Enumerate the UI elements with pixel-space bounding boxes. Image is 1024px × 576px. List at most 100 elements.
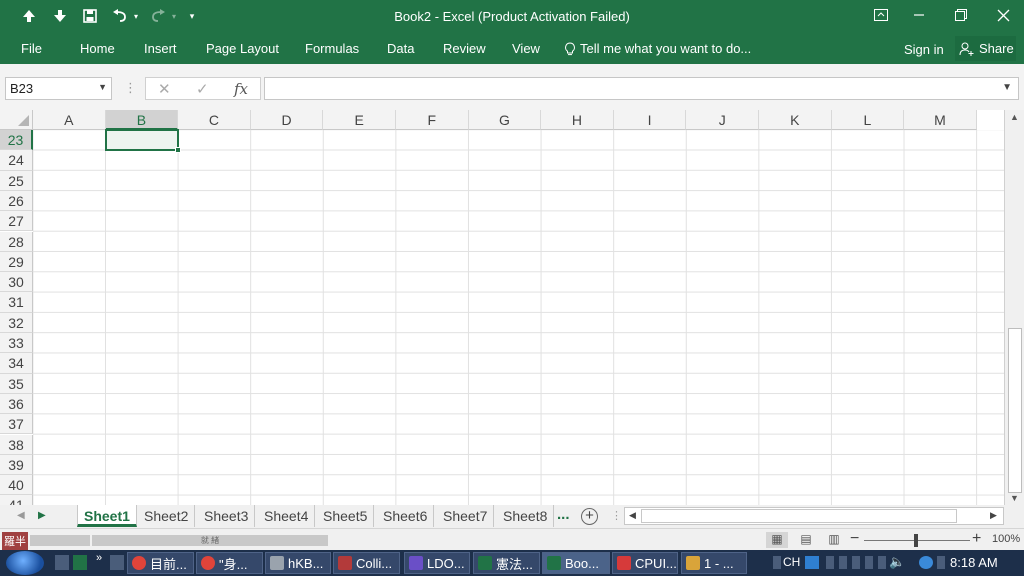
fill-handle[interactable] (175, 147, 181, 153)
horizontal-scroll-thumb[interactable] (641, 509, 957, 523)
row-header[interactable]: 28 (0, 231, 33, 252)
show-desktop-icon[interactable] (55, 555, 69, 570)
sheet-tab-sheet8[interactable]: Sheet8 (497, 505, 555, 527)
zoom-in-icon[interactable]: + (972, 530, 981, 548)
zoom-slider-thumb[interactable] (914, 534, 918, 547)
name-box[interactable]: B23 ▼ (5, 77, 112, 100)
tab-formulas[interactable]: Formulas (305, 41, 359, 56)
row-header[interactable]: 31 (0, 292, 33, 313)
prev-sheet-icon[interactable]: ◀ (17, 510, 25, 521)
sign-in-link[interactable]: Sign in (904, 42, 944, 57)
column-header-selected[interactable]: B (105, 110, 179, 130)
row-header[interactable]: 38 (0, 434, 33, 455)
taskbar-item-active[interactable]: Boo... (542, 552, 610, 574)
column-header[interactable]: K (759, 110, 832, 130)
select-all-button[interactable] (0, 110, 33, 130)
tab-review[interactable]: Review (443, 41, 486, 56)
scroll-down-icon[interactable]: ▼ (1010, 493, 1019, 503)
zoom-level[interactable]: 100% (992, 533, 1020, 545)
vertical-scroll-thumb[interactable] (1008, 328, 1022, 493)
column-header[interactable]: I (613, 110, 687, 130)
close-icon[interactable] (988, 4, 1018, 26)
share-button[interactable]: Share (955, 36, 1016, 61)
row-header[interactable]: 24 (0, 150, 33, 171)
chevron-down-icon[interactable]: ▼ (98, 82, 107, 92)
row-header[interactable]: 40 (0, 475, 33, 496)
taskbar-item[interactable]: Colli... (333, 552, 400, 574)
tell-me-search[interactable]: Tell me what you want to do... (564, 41, 751, 56)
column-header[interactable]: A (33, 110, 106, 130)
tab-file[interactable]: File (21, 41, 42, 56)
ime-icon[interactable] (805, 556, 819, 569)
clock[interactable]: 8:18 AM (950, 555, 998, 570)
sheet-tab-sheet7[interactable]: Sheet7 (437, 505, 495, 527)
column-header[interactable]: J (686, 110, 759, 130)
column-header[interactable]: F (396, 110, 469, 130)
row-header[interactable]: 33 (0, 333, 33, 354)
page-layout-view-icon[interactable]: ▤ (795, 532, 817, 548)
scroll-up-icon[interactable]: ▲ (1010, 112, 1019, 122)
row-header[interactable]: 34 (0, 353, 33, 374)
page-break-view-icon[interactable]: ▥ (823, 532, 845, 548)
cancel-icon[interactable]: ✕ (158, 80, 171, 98)
cell-area[interactable] (33, 130, 1004, 505)
tab-insert[interactable]: Insert (144, 41, 177, 56)
insert-function-icon[interactable]: fx (234, 80, 248, 98)
ribbon-display-options-icon[interactable] (866, 4, 896, 26)
formula-input[interactable]: ▼ (264, 77, 1019, 100)
row-header[interactable]: 30 (0, 272, 33, 293)
formula-bar-grip-icon[interactable]: ⋮ (124, 80, 137, 96)
sheet-tab-sheet1[interactable]: Sheet1 (77, 505, 137, 527)
normal-view-icon[interactable]: ▦ (766, 532, 788, 548)
tab-view[interactable]: View (512, 41, 540, 56)
sheet-tab-sheet3[interactable]: Sheet3 (198, 505, 256, 527)
language-indicator[interactable]: CH (783, 555, 800, 569)
tray-app-icon[interactable] (937, 556, 945, 569)
row-header[interactable]: 29 (0, 251, 33, 273)
column-header[interactable]: H (541, 110, 614, 130)
taskbar-item[interactable]: 目前... (127, 552, 194, 574)
row-header[interactable]: 39 (0, 454, 33, 476)
taskbar-item[interactable]: 1 - ... (681, 552, 747, 574)
zoom-out-icon[interactable]: − (850, 530, 859, 548)
scroll-right-icon[interactable]: ▶ (990, 510, 997, 521)
row-header[interactable]: 36 (0, 393, 33, 415)
network-icon[interactable] (919, 556, 933, 569)
next-sheet-icon[interactable]: ▶ (38, 510, 46, 521)
tab-splitter-icon[interactable]: ⋮ (611, 509, 622, 522)
enter-icon[interactable]: ✓ (196, 80, 209, 98)
column-header[interactable]: M (904, 110, 977, 130)
tray-app-icon[interactable] (878, 556, 886, 569)
tray-app-icon[interactable] (852, 556, 860, 569)
excel-quicklaunch-icon[interactable] (73, 555, 87, 570)
taskbar-item[interactable]: LDO... (404, 552, 470, 574)
row-header[interactable]: 25 (0, 170, 33, 191)
taskbar-item[interactable]: 憲法... (473, 552, 540, 574)
row-header[interactable]: 32 (0, 312, 33, 333)
sheet-tab-sheet2[interactable]: Sheet2 (138, 505, 196, 527)
sheet-tab-sheet5[interactable]: Sheet5 (317, 505, 375, 527)
row-header[interactable]: 37 (0, 414, 33, 435)
tray-app-icon[interactable] (826, 556, 834, 569)
quicklaunch-more-icon[interactable]: » (96, 552, 102, 564)
taskbar-item[interactable]: CPUI... (612, 552, 678, 574)
column-header[interactable]: G (468, 110, 542, 130)
taskbar-item[interactable]: hKB... (265, 552, 331, 574)
sheet-tab-sheet6[interactable]: Sheet6 (377, 505, 435, 527)
tab-home[interactable]: Home (80, 41, 115, 56)
column-header[interactable]: C (178, 110, 251, 130)
tab-data[interactable]: Data (387, 41, 414, 56)
restore-icon[interactable] (946, 4, 976, 26)
sheet-tab-sheet4[interactable]: Sheet4 (258, 505, 316, 527)
tray-app-icon[interactable] (839, 556, 847, 569)
volume-icon[interactable]: 🔈 (889, 554, 905, 570)
tab-page-layout[interactable]: Page Layout (206, 41, 279, 56)
expand-formula-icon[interactable]: ▼ (1002, 82, 1012, 93)
add-sheet-icon[interactable]: + (581, 508, 598, 525)
scroll-left-icon[interactable]: ◀ (629, 510, 636, 521)
more-sheets-button[interactable]: ... (557, 505, 570, 525)
quicklaunch-app-icon[interactable] (110, 555, 124, 570)
column-header[interactable]: E (323, 110, 396, 130)
row-header[interactable]: 41 (0, 495, 33, 505)
row-header[interactable]: 35 (0, 373, 33, 394)
